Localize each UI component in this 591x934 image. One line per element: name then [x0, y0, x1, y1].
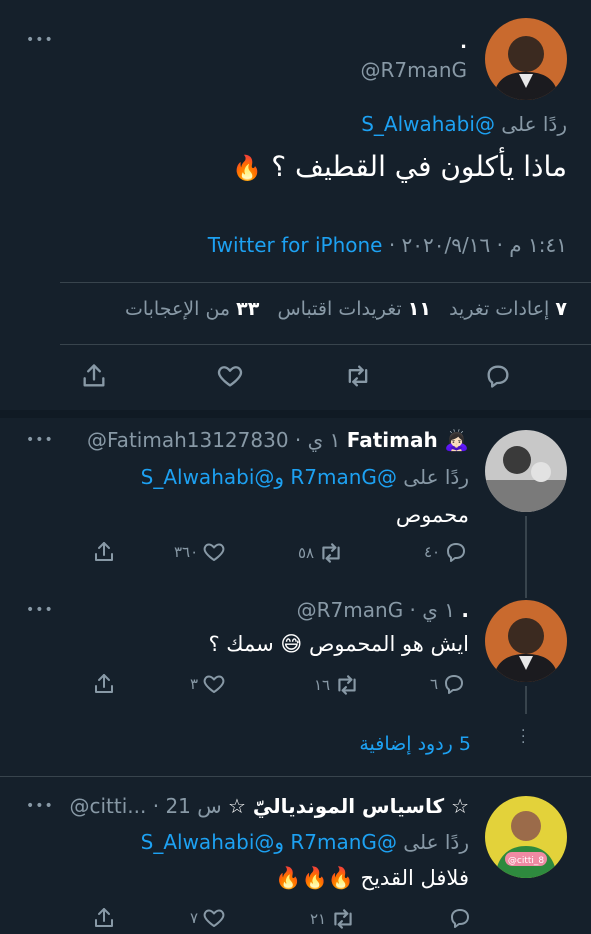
like-count: ٣ — [190, 675, 199, 693]
divider — [60, 282, 591, 283]
section-divider — [0, 410, 591, 418]
thread-connector — [525, 516, 527, 598]
reply-to-handle[interactable]: @S_Alwahabi — [361, 112, 495, 136]
fire-emoji: 🔥 — [232, 154, 263, 182]
reply-button[interactable] — [444, 906, 472, 930]
reply-button[interactable]: ٦ — [430, 672, 466, 696]
author-display-name[interactable]: ☆ كاسياس الموندياليّ ☆ — [228, 794, 469, 818]
reply-count: ٤٠ — [424, 543, 441, 561]
reply-bubble-icon — [445, 675, 464, 694]
reply-bubble-icon — [447, 543, 466, 562]
heart-icon[interactable] — [216, 362, 244, 394]
reply-bubble-icon — [451, 909, 469, 928]
author-handle-time: @Fatimah13127830 · ١ ي — [87, 428, 341, 452]
reply-button[interactable]: ٤٠ — [424, 540, 468, 564]
reply-count: ٦ — [430, 675, 439, 693]
reply-bubble-icon[interactable] — [484, 362, 512, 394]
author-display-name: . — [460, 32, 467, 53]
heart-icon — [203, 909, 225, 927]
author-handle-time: @citti... · 21 س — [69, 794, 222, 818]
like-count: ٣٦٠ — [174, 543, 199, 561]
more-replies-link[interactable]: 5 ردود إضافية — [359, 733, 471, 755]
quotes-label: تغريدات اقتباس — [277, 298, 402, 320]
avatar-r7mang[interactable] — [485, 600, 567, 682]
tweet-date-time: ١:٤١ م · ٢٠٢٠/٩/١٦ · — [388, 233, 567, 257]
more-dots-icon[interactable]: ••• — [26, 32, 54, 48]
more-dots-icon[interactable]: ••• — [26, 432, 54, 448]
author-display-name[interactable]: Fatimah — [347, 428, 438, 452]
retweet-button[interactable]: ١٦ — [314, 672, 360, 698]
reply-to-prefix: ردًا على — [501, 112, 567, 136]
tweet-text-line: ماذا يأكلون في القطيف ؟ 🔥 — [232, 150, 567, 183]
heart-icon — [203, 543, 225, 561]
share-icon[interactable] — [80, 362, 108, 394]
more-dots-icon[interactable]: ••• — [26, 602, 54, 618]
share-icon — [95, 542, 113, 561]
share-icon — [95, 908, 113, 927]
quotes-count: ١١ — [407, 298, 431, 320]
reply-to-line: ردًا على @R7manG و@S_Alwahabi — [141, 465, 469, 489]
share-button[interactable] — [92, 672, 116, 696]
like-button[interactable]: ٧ — [190, 906, 226, 930]
reply-text: فلافل القديح 🔥🔥🔥 — [275, 866, 469, 890]
name-emoji: 🙇🏻‍♀️ — [444, 428, 469, 452]
avatar-casillas[interactable]: @citti_8 — [485, 796, 567, 878]
retweet-icon — [334, 909, 352, 929]
thread-ellipsis-icon: · · · — [521, 723, 526, 751]
thread-connector — [525, 686, 527, 714]
like-count: ٧ — [190, 909, 199, 927]
retweet-icon[interactable] — [344, 362, 372, 394]
share-button[interactable] — [92, 906, 116, 930]
retweets-stat[interactable]: ٧ إعادات تغريد — [449, 298, 567, 320]
retweet-icon — [322, 543, 340, 563]
share-icon — [95, 674, 113, 693]
reply-text: ايش هو المحموص 😅 سمك ؟ — [208, 632, 469, 656]
divider — [60, 344, 591, 345]
reply-to-handles[interactable]: @R7manG و@S_Alwahabi — [141, 830, 397, 854]
reply-to-line: ردًا على @S_Alwahabi — [361, 112, 567, 136]
retweets-count: ٧ — [555, 298, 567, 320]
retweets-label: إعادات تغريد — [449, 298, 550, 320]
avatar-r7mang[interactable] — [485, 18, 567, 100]
like-button[interactable]: ٣ — [190, 672, 226, 696]
avatar-caption: @citti_8 — [508, 856, 545, 866]
avatar-fatimah[interactable] — [485, 430, 567, 512]
tweet-text: ماذا يأكلون في القطيف ؟ — [271, 150, 567, 183]
heart-icon — [203, 675, 225, 693]
reply-header: ☆ كاسياس الموندياليّ ☆ @citti... · 21 س — [70, 794, 470, 818]
author-display-name[interactable]: . — [461, 598, 469, 622]
author-handle[interactable]: @R7manG — [360, 58, 467, 82]
retweet-count: ٢١ — [310, 910, 327, 928]
more-dots-icon[interactable]: ••• — [26, 798, 54, 814]
tweet-source-link[interactable]: Twitter for iPhone — [208, 233, 383, 257]
reply-text: محموص — [395, 503, 469, 527]
reply-to-handles[interactable]: @R7manG و@S_Alwahabi — [141, 465, 397, 489]
reply-header: . @R7manG · ١ ي — [297, 598, 469, 622]
retweet-button[interactable]: ٥٨ — [298, 540, 344, 566]
reply-to-prefix: ردًا على — [403, 465, 469, 489]
share-button[interactable] — [92, 540, 116, 564]
retweet-count: ٥٨ — [298, 544, 315, 562]
divider — [0, 776, 591, 777]
reply-to-prefix: ردًا على — [403, 830, 469, 854]
likes-count: ٣٣ — [236, 298, 260, 320]
reply-header: 🙇🏻‍♀️ Fatimah @Fatimah13127830 · ١ ي — [87, 428, 469, 452]
likes-label: من الإعجابات — [124, 298, 231, 320]
author-handle-time: @R7manG · ١ ي — [296, 598, 456, 622]
retweet-icon — [338, 675, 356, 695]
retweet-count: ١٦ — [314, 676, 331, 694]
reply-to-line: ردًا على @R7manG و@S_Alwahabi — [141, 830, 469, 854]
quotes-stat[interactable]: ١١ تغريدات اقتباس — [277, 298, 430, 320]
tweet-stats: ٧ إعادات تغريد ١١ تغريدات اقتباس ٣٣ من ا… — [125, 298, 567, 320]
likes-stat[interactable]: ٣٣ من الإعجابات — [125, 298, 259, 320]
retweet-button[interactable]: ٢١ — [310, 906, 356, 932]
tweet-meta: ١:٤١ م · ٢٠٢٠/٩/١٦ · Twitter for iPhone — [208, 233, 567, 257]
like-button[interactable]: ٣٦٠ — [174, 540, 226, 564]
